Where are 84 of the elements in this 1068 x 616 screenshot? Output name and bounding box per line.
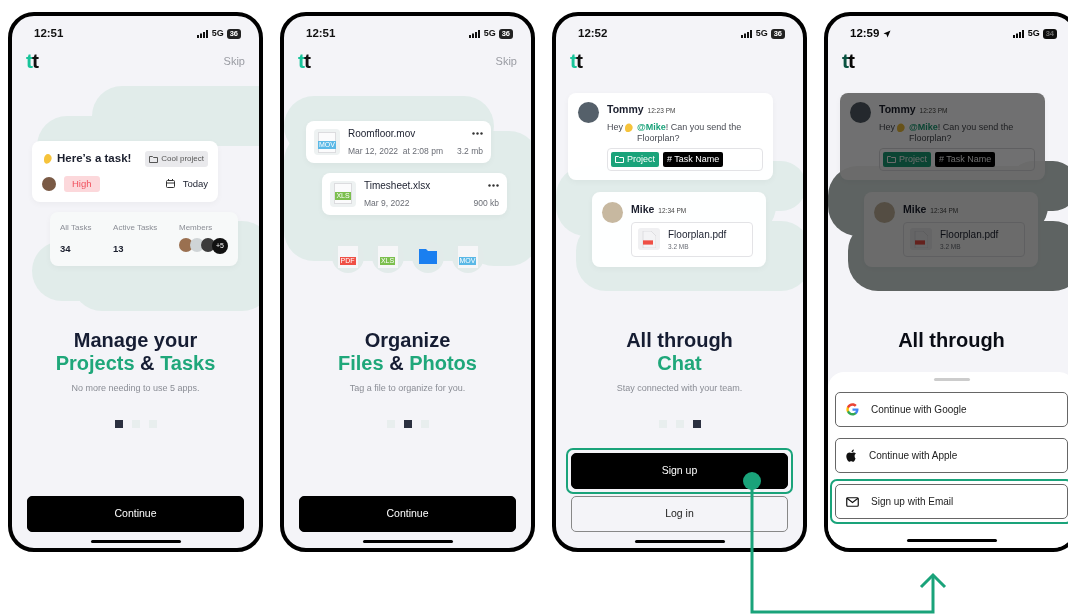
file-size: 900 kb (473, 197, 499, 210)
app-logo: tt (842, 50, 854, 72)
avatar (42, 176, 56, 191)
signal-icon (740, 29, 753, 38)
page-indicator[interactable] (114, 419, 123, 428)
sheet-grabber[interactable] (933, 378, 970, 381)
message-text: @Mike! Can you send the Floorplan? (909, 122, 1015, 144)
stat-label: All Tasks (60, 221, 92, 234)
signal-icon (196, 29, 209, 38)
headline: Organize Files & Photos (337, 329, 478, 376)
status-time: 12:51 (306, 26, 336, 41)
stat-value: 34 (60, 241, 72, 256)
member-avatar (179, 237, 193, 252)
task-title: Here’s a task! (57, 151, 132, 167)
apple-icon (846, 449, 857, 462)
message-author: Tommy (879, 102, 916, 118)
folder-icon (887, 155, 896, 164)
app-logo: tt (570, 50, 582, 72)
file-date: Mar 9, 2022 (364, 197, 410, 210)
headline: All through Chat (625, 329, 734, 376)
pdf-file-icon (642, 230, 656, 248)
page-indicator[interactable] (403, 419, 412, 428)
tag-label: # Task Name (939, 152, 992, 166)
file-name: Timesheet.xlsx (364, 179, 431, 193)
status-time: 12:51 (34, 26, 64, 41)
attachment-name: Floorplan.pdf (940, 227, 999, 242)
network-label: 5G (1027, 26, 1040, 40)
tag-label: Project (627, 152, 655, 166)
project-tag-label: Cool project (161, 152, 204, 165)
stat-label: Members (179, 221, 214, 234)
message-text: @Mike! Can you send the Floorplan? (637, 122, 743, 144)
subtitle: Stay connected with your team. (615, 382, 744, 396)
subtitle: Tag a file to organize for you. (348, 382, 467, 396)
avatar (874, 202, 895, 224)
status-time: 12:52 (578, 26, 608, 41)
file-size: 3.2 mb (457, 145, 483, 158)
email-icon (846, 496, 859, 507)
stat-value: 13 (113, 241, 125, 256)
headline: All through (897, 329, 1006, 353)
due-date: Today (182, 176, 208, 191)
signal-icon (468, 29, 481, 38)
more-icon[interactable] (488, 184, 499, 187)
signal-icon (1012, 29, 1025, 38)
sign-in-button[interactable]: Continue with Google (835, 392, 1068, 427)
more-icon[interactable] (472, 132, 483, 136)
subtitle: No more needing to use 5 apps. (70, 382, 201, 396)
primary-button[interactable]: Sign up (571, 453, 788, 489)
tag-label: # Task Name (667, 152, 720, 166)
member-avatar (201, 237, 215, 252)
app-logo: tt (26, 50, 38, 72)
message-author: Mike (903, 202, 927, 218)
location-arrow-icon (883, 29, 892, 38)
sign-in-button[interactable]: Continue with Apple (835, 438, 1068, 473)
primary-button[interactable]: Continue (299, 496, 516, 532)
message-author: Mike (631, 202, 655, 218)
network-label: 5G (755, 26, 768, 40)
message-text: Hey (607, 122, 623, 133)
secondary-button[interactable]: Log in (571, 496, 788, 532)
member-avatar (190, 237, 204, 252)
file-date: Mar 12, 2022 at 2:08 pm (348, 145, 443, 158)
stat-label: Active Tasks (113, 221, 158, 234)
tag-label: Project (899, 152, 927, 166)
message-text: Hey (879, 122, 895, 133)
avatar (850, 102, 871, 124)
avatar (578, 102, 599, 124)
page-indicator[interactable] (692, 419, 701, 428)
folder-icon (615, 155, 624, 164)
pdf-file-icon (914, 230, 928, 248)
attachment-name: Floorplan.pdf (668, 227, 727, 242)
folder-icon (418, 249, 437, 265)
calendar-icon (165, 179, 175, 189)
headline: Manage your Projects & Tasks (54, 329, 217, 376)
priority-badge: High (64, 175, 100, 192)
app-logo: tt (298, 50, 310, 72)
primary-button[interactable]: Continue (27, 496, 244, 532)
status-time: 12:59 (850, 26, 880, 41)
google-icon (846, 403, 859, 416)
file-name: Roomfloor.mov (348, 127, 416, 142)
sign-in-button[interactable]: Sign up with Email (835, 484, 1068, 519)
network-label: 5G (483, 26, 496, 40)
message-author: Tommy (607, 102, 644, 118)
folder-icon (149, 154, 159, 163)
avatar (602, 202, 623, 224)
network-label: 5G (211, 26, 224, 40)
